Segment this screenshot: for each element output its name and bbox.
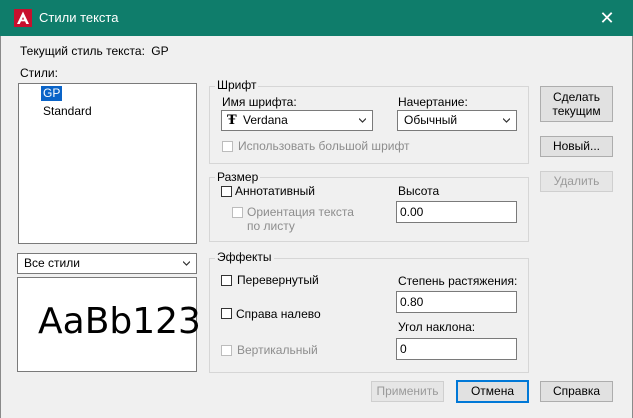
big-font-label: Использовать большой шрифт (238, 139, 410, 153)
height-label: Высота (398, 184, 440, 198)
font-name-label: Имя шрифта: (222, 95, 297, 109)
font-style-dropdown[interactable]: Обычный (397, 110, 517, 131)
cancel-button[interactable]: Отмена (456, 380, 529, 403)
set-current-button[interactable]: Сделать текущим (540, 86, 613, 122)
styles-list[interactable]: GP Standard (18, 83, 197, 244)
styles-label: Стили: (20, 66, 58, 80)
set-current-label-line2: текущим (552, 104, 601, 118)
styles-filter-dropdown[interactable]: Все стили (17, 253, 197, 274)
chevron-down-icon (359, 118, 366, 123)
width-factor-input[interactable]: 0.80 (396, 291, 517, 313)
autocad-a-icon (14, 9, 32, 27)
set-current-label-line1: Сделать (552, 90, 601, 104)
effects-group-title: Эффекты (215, 250, 274, 264)
apply-button[interactable]: Применить (371, 381, 444, 402)
new-style-button[interactable]: Новый... (540, 136, 613, 157)
font-style-value: Обычный (404, 113, 458, 127)
height-input[interactable]: 0.00 (396, 201, 517, 223)
oblique-angle-label: Угол наклона: (398, 320, 476, 334)
style-item-standard[interactable]: Standard (41, 104, 94, 119)
backwards-label: Справа налево (236, 307, 321, 321)
orientation-label: Ориентация текста по листу (247, 205, 354, 233)
annotative-label: Аннотативный (235, 184, 315, 198)
upside-down-label: Перевернутый (237, 273, 319, 287)
backwards-checkbox[interactable] (221, 308, 232, 319)
truetype-icon: Ŧ (227, 113, 237, 128)
title-bar: Стили текста ✕ (0, 0, 633, 36)
styles-filter-value: Все стили (24, 256, 80, 270)
vertical-checkbox[interactable] (221, 345, 232, 356)
current-style-caption: Текущий стиль текста: (20, 44, 145, 58)
chevron-down-icon (503, 118, 510, 123)
big-font-checkbox[interactable] (222, 141, 233, 152)
window-title: Стили текста (39, 10, 119, 25)
font-name-dropdown[interactable]: Ŧ Verdana (221, 110, 373, 131)
upside-down-checkbox[interactable] (221, 275, 232, 286)
orientation-label-line1: Ориентация текста (247, 205, 354, 219)
font-style-label: Начертание: (398, 95, 468, 109)
preview-text: AaBb123 (38, 301, 201, 342)
font-name-value: Verdana (243, 113, 288, 127)
preview-box: AaBb123 (17, 277, 201, 372)
current-style-value: GP (151, 44, 169, 58)
font-group-title: Шрифт (215, 78, 259, 92)
annotative-checkbox[interactable] (221, 186, 232, 197)
help-button[interactable]: Справка (540, 381, 613, 402)
width-factor-label: Степень растяжения: (398, 274, 518, 288)
delete-style-button[interactable]: Удалить (540, 171, 613, 192)
current-style-label: Текущий стиль текста: GP (20, 44, 169, 58)
orientation-label-line2: по листу (247, 219, 295, 233)
close-icon: ✕ (599, 8, 615, 28)
close-button[interactable]: ✕ (596, 7, 618, 29)
size-group-title: Размер (215, 170, 261, 184)
style-item-gp[interactable]: GP (41, 86, 63, 101)
vertical-label: Вертикальный (237, 343, 318, 357)
orientation-checkbox[interactable] (232, 207, 243, 218)
oblique-angle-input[interactable]: 0 (396, 338, 517, 360)
chevron-down-icon (183, 261, 190, 266)
